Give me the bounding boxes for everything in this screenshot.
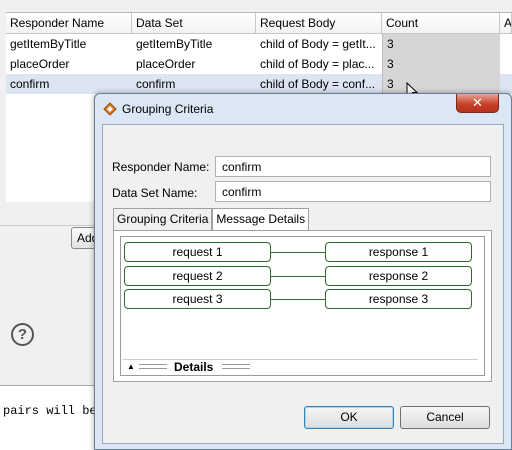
tab-strip: Grouping Criteria Message Details	[113, 208, 310, 231]
cell-data-set: getItemByTitle	[136, 37, 213, 51]
cell-count[interactable]: 3	[382, 54, 500, 74]
cell-responder: getItemByTitle	[10, 37, 87, 51]
cell-responder: placeOrder	[10, 57, 70, 71]
cell-count[interactable]: 3	[382, 34, 500, 54]
request-1-node[interactable]: request 1	[124, 242, 271, 262]
dialog-titlebar[interactable]: Grouping Criteria ✕	[95, 94, 511, 124]
table-row-selected[interactable]: confirm confirm child of Body = conf... …	[6, 74, 512, 94]
grip-right-icon	[222, 364, 250, 369]
close-button[interactable]: ✕	[456, 94, 499, 113]
responder-name-field[interactable]: confirm	[215, 156, 491, 177]
cell-count[interactable]: 3	[382, 74, 500, 94]
tab-grouping-criteria[interactable]: Grouping Criteria	[113, 208, 213, 230]
pair-link	[271, 276, 325, 277]
tab-message-details[interactable]: Message Details	[212, 208, 310, 231]
table-row[interactable]: getItemByTitle getItemByTitle child of B…	[6, 34, 512, 54]
column-header-extra[interactable]: A	[500, 13, 512, 33]
app-diamond-icon	[103, 102, 117, 116]
cell-request-body: child of Body = getIt...	[260, 37, 376, 51]
dialog-title: Grouping Criteria	[122, 102, 214, 116]
help-icon[interactable]: ?	[11, 323, 34, 346]
cell-responder: confirm	[10, 77, 50, 91]
response-2-node[interactable]: response 2	[325, 266, 472, 286]
request-2-node[interactable]: request 2	[124, 266, 271, 286]
table-row[interactable]: placeOrder placeOrder child of Body = pl…	[6, 54, 512, 74]
expand-triangle-icon[interactable]: ▲	[127, 362, 135, 371]
message-pairs-area: request 1 response 1 request 2 response …	[120, 236, 485, 376]
message-details-panel: request 1 response 1 request 2 response …	[113, 230, 492, 382]
dialog-content: Responder Name: confirm Data Set Name: c…	[102, 124, 504, 444]
cell-request-body: child of Body = conf...	[260, 77, 376, 91]
column-header-data-set[interactable]: Data Set	[132, 13, 256, 33]
pair-link	[271, 252, 325, 253]
console-text: pairs will be	[3, 404, 97, 418]
cell-data-set: confirm	[136, 77, 176, 91]
pair-link	[271, 299, 325, 300]
response-1-node[interactable]: response 1	[325, 242, 472, 262]
details-toggle-bar[interactable]: ▲ Details	[123, 359, 478, 374]
column-header-request-body[interactable]: Request Body	[256, 13, 382, 33]
table-header: Responder Name Data Set Request Body Cou…	[6, 13, 512, 34]
grouping-criteria-dialog: Grouping Criteria ✕ Responder Name: conf…	[94, 93, 512, 450]
column-header-count[interactable]: Count	[382, 13, 500, 33]
cancel-button[interactable]: Cancel	[400, 406, 490, 429]
cell-request-body: child of Body = plac...	[260, 57, 375, 71]
column-header-responder-name[interactable]: Responder Name	[6, 13, 132, 33]
ok-button[interactable]: OK	[304, 406, 394, 429]
cell-data-set: placeOrder	[136, 57, 196, 71]
data-set-name-field[interactable]: confirm	[215, 181, 491, 202]
details-label: Details	[174, 360, 214, 374]
request-3-node[interactable]: request 3	[124, 289, 271, 309]
data-set-name-label: Data Set Name:	[112, 186, 198, 200]
responder-name-label: Responder Name:	[112, 160, 210, 174]
grip-left-icon	[139, 364, 167, 369]
response-3-node[interactable]: response 3	[325, 289, 472, 309]
